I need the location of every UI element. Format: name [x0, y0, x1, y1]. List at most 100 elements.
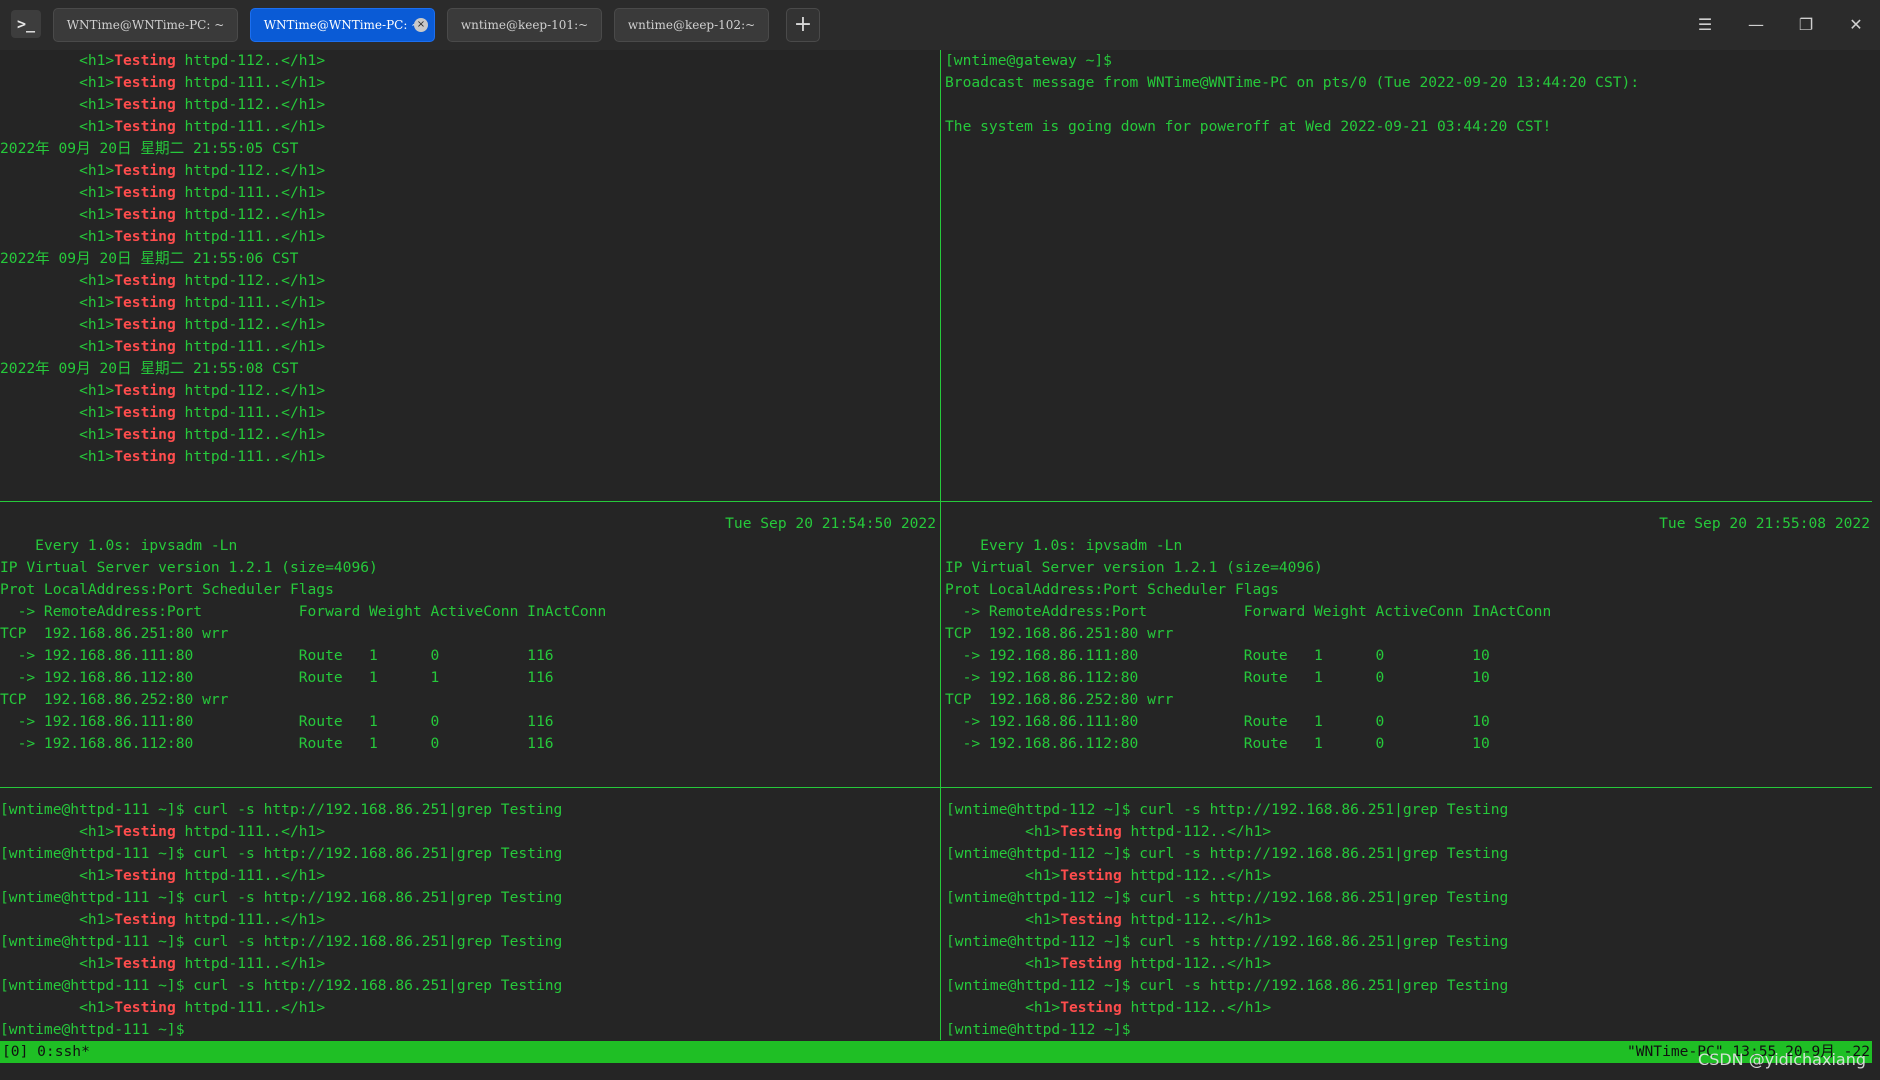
terminal-line: <h1>Testing httpd-112..</h1> [946, 821, 1872, 843]
pane-mid-right[interactable]: Every 1.0s: ipvsadm -Ln Tue Sep 20 21:55… [945, 513, 1872, 785]
line-text: [wntime@httpd-112 ~]$ [946, 1021, 1131, 1038]
terminal-line: <h1>Testing httpd-111..</h1> [0, 402, 938, 424]
line-text: -> 192.168.86.112:80 Route 1 0 10 [945, 669, 1490, 686]
pane-divider-vertical[interactable] [940, 50, 941, 1040]
line-text: httpd-112..</h1> [175, 272, 326, 289]
tab-label: wntime@keep-102:~ [627, 18, 756, 32]
line-text: httpd-112..</h1> [1121, 911, 1272, 928]
minimize-icon[interactable]: — [1741, 10, 1771, 40]
pane-mid-left[interactable]: Every 1.0s: ipvsadm -Ln Tue Sep 20 21:54… [0, 513, 938, 785]
terminal-line: [wntime@httpd-112 ~]$ curl -s http://192… [946, 931, 1872, 953]
tab-keep-102[interactable]: wntime@keep-102:~ [614, 8, 769, 42]
line-text: -> 192.168.86.111:80 Route 1 0 10 [945, 713, 1490, 730]
line-text: [wntime@httpd-111 ~]$ curl -s http://192… [0, 801, 563, 818]
line-text: Broadcast message from WNTime@WNTime-PC … [945, 74, 1640, 91]
watch-command: Every 1.0s: ipvsadm -Ln [35, 537, 238, 554]
tab-wntime-pc-1[interactable]: WNTime@WNTime-PC: ~ [53, 8, 238, 42]
line-text: httpd-111..</h1> [175, 294, 326, 311]
pane-bottom-left[interactable]: [wntime@httpd-111 ~]$ curl -s http://192… [0, 799, 938, 1041]
line-text: [wntime@httpd-112 ~]$ curl -s http://192… [946, 889, 1509, 906]
grep-match-keyword: Testing [114, 206, 176, 223]
grep-match-keyword: Testing [114, 382, 176, 399]
terminal-line: <h1>Testing httpd-111..</h1> [0, 821, 938, 843]
terminal-line: TCP 192.168.86.251:80 wrr [945, 623, 1872, 645]
line-text: 2022年 09月 20日 星期二 21:55:08 CST [0, 360, 299, 377]
terminal-line: Broadcast message from WNTime@WNTime-PC … [945, 72, 1875, 94]
line-text: Prot LocalAddress:Port Scheduler Flags [945, 581, 1279, 598]
terminal-line: <h1>Testing httpd-112..</h1> [0, 380, 938, 402]
terminal-line: <h1>Testing httpd-111..</h1> [0, 953, 938, 975]
terminal-line: <h1>Testing httpd-112..</h1> [0, 160, 938, 182]
tab-wntime-pc-2[interactable]: WNTime@WNTime-PC: ~ × [250, 8, 435, 42]
menu-icon[interactable]: ☰ [1690, 10, 1720, 40]
terminal-line: -> 192.168.86.112:80 Route 1 0 116 [0, 733, 938, 755]
terminal-line: -> RemoteAddress:Port Forward Weight Act… [0, 601, 938, 623]
line-text: httpd-111..</h1> [175, 404, 326, 421]
line-text: <h1> [0, 911, 115, 928]
add-tab-button[interactable]: + [786, 8, 820, 42]
pane-top-right[interactable]: [wntime@gateway ~]$ Broadcast message fro… [945, 50, 1875, 500]
terminal-line: The system is going down for poweroff at… [945, 116, 1875, 138]
line-text: [wntime@httpd-112 ~]$ curl -s http://192… [946, 977, 1509, 994]
status-window-list[interactable]: [0] 0:ssh* [2, 1041, 90, 1063]
ipvsadm-output: IP Virtual Server version 1.2.1 (size=40… [945, 535, 1872, 755]
line-text: [wntime@httpd-112 ~]$ curl -s http://192… [946, 933, 1509, 950]
terminal-app-icon[interactable]: >_ [11, 10, 41, 38]
terminal-line: IP Virtual Server version 1.2.1 (size=40… [0, 557, 938, 579]
line-text: httpd-111..</h1> [175, 867, 326, 884]
line-text: httpd-112..</h1> [175, 162, 326, 179]
close-window-icon[interactable]: ✕ [1841, 10, 1871, 40]
tab-keep-101[interactable]: wntime@keep-101:~ [447, 8, 602, 42]
grep-match-keyword: Testing [1060, 867, 1122, 884]
line-text: [wntime@httpd-111 ~]$ curl -s http://192… [0, 889, 563, 906]
pane-divider-horizontal-1[interactable] [0, 501, 1872, 502]
grep-match-keyword: Testing [114, 867, 176, 884]
terminal-line: <h1>Testing httpd-111..</h1> [0, 182, 938, 204]
grep-match-keyword: Testing [114, 228, 176, 245]
line-text: <h1> [946, 867, 1061, 884]
terminal-line: [wntime@httpd-111 ~]$ curl -s http://192… [0, 975, 938, 997]
terminal-line: [wntime@httpd-112 ~]$ curl -s http://192… [946, 799, 1872, 821]
terminal-line: -> 192.168.86.111:80 Route 1 0 10 [945, 711, 1872, 733]
line-text: httpd-112..</h1> [1121, 999, 1272, 1016]
line-text: httpd-112..</h1> [1121, 955, 1272, 972]
line-text: httpd-112..</h1> [1121, 867, 1272, 884]
line-text: <h1> [0, 338, 115, 355]
terminal-line: -> 192.168.86.111:80 Route 1 0 116 [0, 711, 938, 733]
line-text: <h1> [0, 382, 115, 399]
ipvsadm-output: IP Virtual Server version 1.2.1 (size=40… [0, 535, 938, 755]
line-text: -> 192.168.86.112:80 Route 1 0 10 [945, 735, 1490, 752]
terminal-line: -> 192.168.86.111:80 Route 1 0 10 [945, 645, 1872, 667]
terminal-line: Prot LocalAddress:Port Scheduler Flags [945, 579, 1872, 601]
pane-divider-horizontal-2[interactable] [0, 787, 1872, 788]
pane-bottom-right[interactable]: [wntime@httpd-112 ~]$ curl -s http://192… [946, 799, 1872, 1041]
terminal-line: <h1>Testing httpd-112..</h1> [946, 953, 1872, 975]
terminal-line: TCP 192.168.86.252:80 wrr [945, 689, 1872, 711]
grep-match-keyword: Testing [114, 294, 176, 311]
terminal-line: [wntime@httpd-111 ~]$ curl -s http://192… [0, 799, 938, 821]
line-text: <h1> [0, 294, 115, 311]
line-text: httpd-112..</h1> [175, 316, 326, 333]
line-text: <h1> [0, 228, 115, 245]
watch-command: Every 1.0s: ipvsadm -Ln [980, 537, 1183, 554]
line-text: httpd-112..</h1> [175, 426, 326, 443]
line-text: IP Virtual Server version 1.2.1 (size=40… [0, 559, 378, 576]
terminal-line: <h1>Testing httpd-112..</h1> [946, 909, 1872, 931]
line-text: -> 192.168.86.111:80 Route 1 0 10 [945, 647, 1490, 664]
pane-top-left[interactable]: <h1>Testing httpd-112..</h1> <h1>Testing… [0, 50, 938, 500]
line-text: httpd-111..</h1> [175, 823, 326, 840]
maximize-icon[interactable]: ❐ [1791, 10, 1821, 40]
line-text: <h1> [946, 823, 1061, 840]
grep-match-keyword: Testing [114, 426, 176, 443]
terminal-line: <h1>Testing httpd-111..</h1> [0, 336, 938, 358]
terminal-line: [wntime@httpd-112 ~]$ curl -s http://192… [946, 975, 1872, 997]
line-text: httpd-111..</h1> [175, 184, 326, 201]
line-text: httpd-112..</h1> [175, 96, 326, 113]
line-text: httpd-112..</h1> [1121, 823, 1272, 840]
terminal-line: <h1>Testing httpd-112..</h1> [0, 94, 938, 116]
terminal-line: [wntime@gateway ~]$ [945, 50, 1875, 72]
tab-label: WNTime@WNTime-PC: ~ [66, 18, 225, 32]
terminal-line: IP Virtual Server version 1.2.1 (size=40… [945, 557, 1872, 579]
close-tab-icon[interactable]: × [414, 18, 428, 32]
terminal-line: <h1>Testing httpd-112..</h1> [0, 50, 938, 72]
